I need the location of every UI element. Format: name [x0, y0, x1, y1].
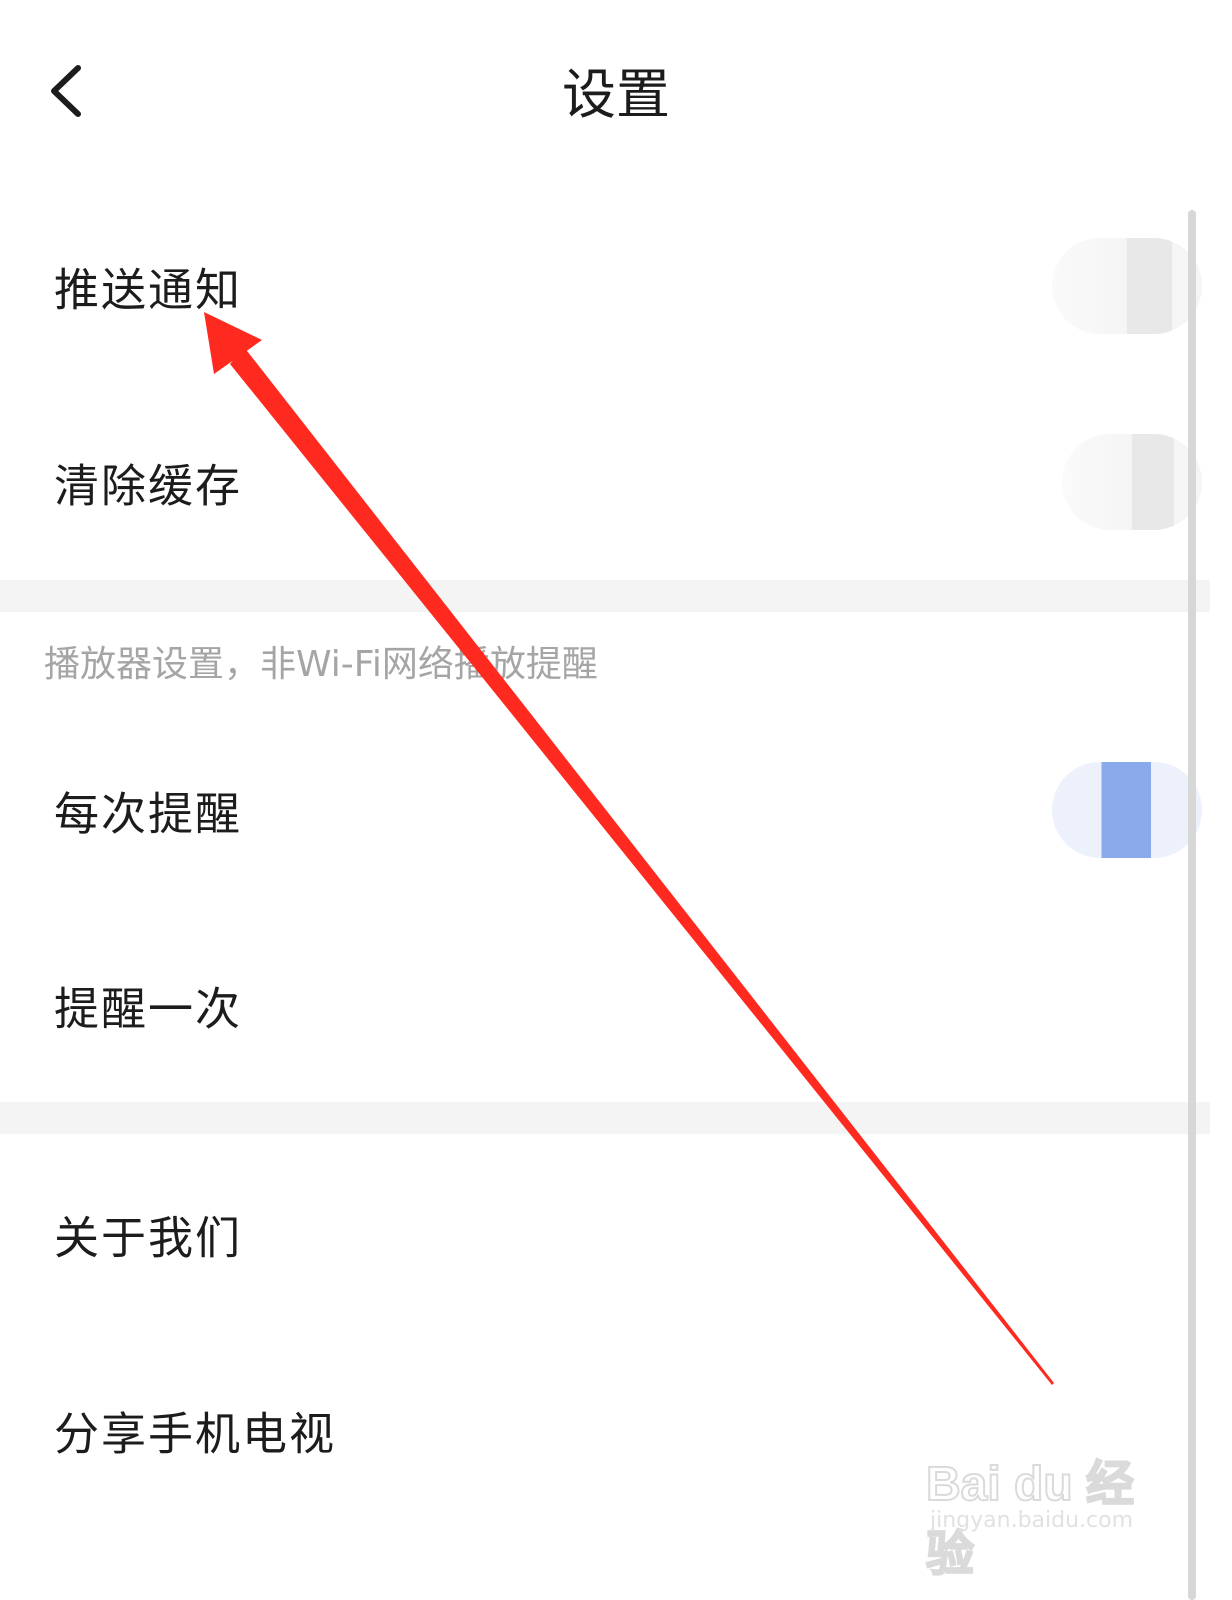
navigation-bar: 设置: [0, 0, 1232, 190]
page-title: 设置: [562, 63, 670, 126]
setting-label: 清除缓存: [54, 459, 243, 513]
remind-every-time-toggle[interactable]: [1052, 762, 1202, 858]
clear-cache-toggle[interactable]: [1062, 434, 1202, 530]
push-notification-toggle[interactable]: [1052, 238, 1202, 334]
setting-label: 关于我们: [54, 1211, 243, 1265]
setting-row-clear-cache[interactable]: 清除缓存: [0, 382, 1210, 582]
baidu-jingyan-watermark: Bai du 经验 jingyan.baidu.com: [920, 1434, 1160, 1582]
scrollbar[interactable]: [1188, 210, 1196, 1600]
setting-label: 分享手机电视: [54, 1407, 337, 1461]
setting-label: 提醒一次: [54, 982, 243, 1036]
player-section-caption: 播放器设置，非Wi-Fi网络播放提醒: [44, 644, 598, 685]
section-divider: [0, 1102, 1210, 1134]
section-divider: [0, 580, 1210, 612]
setting-row-remind-once[interactable]: 提醒一次: [0, 905, 1210, 1105]
watermark-url: jingyan.baidu.com: [930, 1508, 1134, 1533]
setting-label: 每次提醒: [54, 787, 243, 841]
setting-row-push-notification[interactable]: 推送通知: [0, 186, 1210, 386]
setting-row-remind-every-time[interactable]: 每次提醒: [0, 710, 1210, 910]
setting-label: 推送通知: [54, 263, 243, 317]
setting-row-about-us[interactable]: 关于我们: [0, 1134, 1210, 1334]
